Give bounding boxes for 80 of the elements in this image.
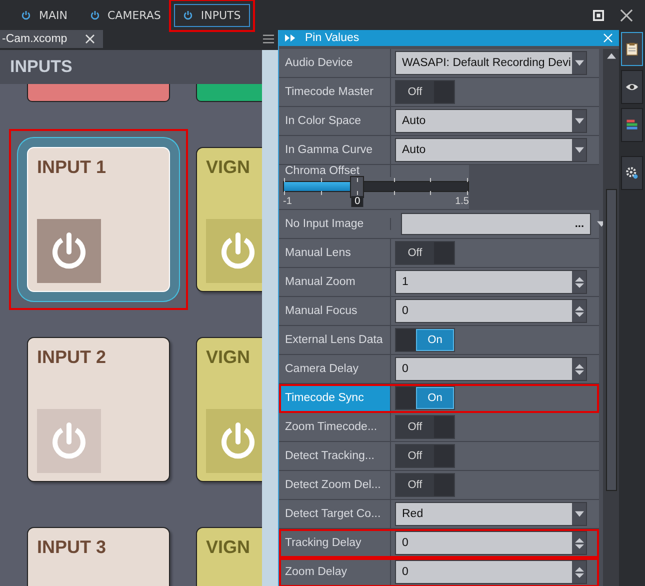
- property-label[interactable]: Timecode Master: [279, 78, 391, 106]
- document-tab-label[interactable]: -Cam.xcomp: [2, 33, 68, 45]
- file-field[interactable]: ...: [401, 213, 591, 235]
- spinner-icon: [574, 304, 584, 318]
- toggle-switch[interactable]: Off: [395, 241, 455, 265]
- dropdown[interactable]: WASAPI: Default Recording Devi: [395, 51, 587, 75]
- caret-icon: [574, 147, 584, 153]
- spinner-icon: [574, 566, 584, 578]
- property-label[interactable]: Zoom Delay: [279, 558, 391, 586]
- property-label[interactable]: In Color Space: [279, 107, 391, 135]
- spinner-icon: [574, 276, 584, 288]
- caret-icon: [574, 60, 584, 66]
- input-tile[interactable]: INPUT 3: [27, 527, 170, 586]
- caret-icon: [574, 511, 584, 517]
- toggle-switch[interactable]: On: [395, 386, 455, 410]
- property-label[interactable]: In Gamma Curve: [279, 136, 391, 164]
- toggle-switch[interactable]: Off: [395, 80, 455, 104]
- page-tab[interactable]: MAIN: [12, 4, 76, 26]
- property-label[interactable]: Manual Zoom: [279, 268, 391, 296]
- number-field[interactable]: 0: [395, 560, 587, 584]
- power-icon: [182, 10, 193, 20]
- number-field[interactable]: 0: [395, 531, 587, 555]
- clipboard-icon[interactable]: [621, 32, 643, 66]
- slider-value: 0: [352, 196, 364, 206]
- maximize-icon[interactable]: [593, 10, 604, 20]
- eye-icon[interactable]: [621, 70, 643, 104]
- document-tab[interactable]: -Cam.xcomp: [0, 30, 104, 48]
- slider-max: 1.5: [455, 196, 469, 208]
- spinner-icon: [574, 362, 584, 376]
- number-field[interactable]: 0: [395, 357, 587, 381]
- number-field[interactable]: 1: [395, 270, 587, 294]
- toggle-switch[interactable]: On: [395, 328, 455, 352]
- tile-title: VIGN: [206, 347, 252, 368]
- panel-title: Pin Values: [305, 32, 360, 44]
- property-label[interactable]: Detect Target Co...: [279, 500, 391, 528]
- property-label[interactable]: Detect Tracking...: [279, 442, 391, 470]
- property-label[interactable]: External Lens Data: [279, 326, 391, 354]
- toggle-switch[interactable]: Off: [395, 473, 455, 497]
- property-label[interactable]: Detect Zoom Del...: [279, 471, 391, 499]
- tile-title: INPUT 3: [37, 537, 108, 558]
- power-button[interactable]: [37, 219, 101, 283]
- input-tile[interactable]: VIGN: [196, 337, 262, 482]
- slider-track[interactable]: [283, 176, 469, 198]
- input-tile[interactable]: VIGN: [196, 527, 262, 586]
- close-icon[interactable]: [620, 8, 633, 22]
- dropdown[interactable]: Auto: [395, 109, 587, 133]
- slider-min: -1: [283, 196, 292, 208]
- caret-icon: [574, 118, 584, 124]
- dropdown[interactable]: Auto: [395, 138, 587, 162]
- input-tile[interactable]: INPUT 2: [27, 337, 170, 482]
- page-tab[interactable]: CAMERAS: [80, 4, 170, 26]
- toggle-switch[interactable]: Off: [395, 444, 455, 468]
- spinner-icon: [574, 536, 584, 550]
- menu-icon[interactable]: [263, 34, 274, 44]
- power-icon: [90, 10, 100, 20]
- power-icon: [21, 10, 31, 20]
- settings-icon[interactable]: [621, 156, 643, 190]
- property-label[interactable]: No Input Image: [279, 218, 391, 230]
- property-label[interactable]: Camera Delay: [279, 355, 391, 383]
- number-field[interactable]: 0: [395, 299, 587, 323]
- scroll-up-icon[interactable]: [606, 53, 616, 59]
- dropdown[interactable]: Red: [395, 502, 587, 526]
- tile[interactable]: [27, 84, 170, 102]
- slider-thumb[interactable]: [350, 176, 364, 198]
- toggle-switch[interactable]: Off: [395, 415, 455, 439]
- property-label[interactable]: Audio Device: [279, 49, 391, 77]
- property-label[interactable]: Manual Focus: [279, 297, 391, 325]
- double-arrow-icon: [285, 34, 296, 42]
- input-tile[interactable]: VIGN: [196, 147, 262, 292]
- tile-title: VIGN: [206, 157, 252, 178]
- property-label[interactable]: Zoom Timecode...: [279, 413, 391, 441]
- bars-icon[interactable]: [621, 108, 643, 142]
- property-label[interactable]: Manual Lens: [279, 239, 391, 267]
- property-label[interactable]: Tracking Delay: [279, 529, 391, 557]
- scrollbar[interactable]: [603, 49, 619, 586]
- tile-title: INPUT 1: [37, 157, 108, 178]
- tile-title: INPUT 2: [37, 347, 108, 368]
- property-label[interactable]: Timecode Sync: [279, 384, 391, 412]
- tile-title: VIGN: [206, 537, 252, 558]
- close-icon[interactable]: [85, 34, 96, 44]
